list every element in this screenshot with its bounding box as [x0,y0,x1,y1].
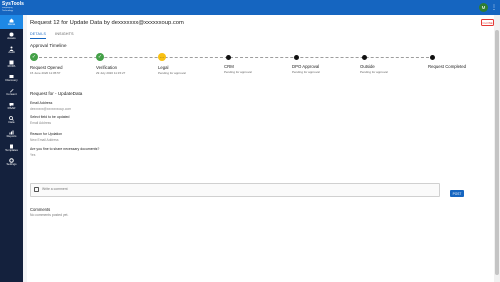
comment-input[interactable] [42,187,422,191]
comments-empty-text: No comments posted yet. [30,213,69,217]
page-header: Request 12 for Update Data by dexxxxxxx@… [27,15,500,30]
field-select-field: Select field to be updated Email Address [30,115,70,125]
sidebar-item-ropa[interactable]: ROPA [0,57,23,71]
field-label: Email Address [30,101,53,105]
field-label: Reason for Updation [30,132,63,136]
sidebar-item-label: Consent [6,91,17,96]
timeline-step-request-opened: ✓ Request Opened 15 June 2020 11:05:57 [30,53,90,75]
timeline-step-crm: CRM Pending for approval [224,53,284,74]
app-window: SysTools Simplifying Technology M ⋮ Home… [0,0,500,282]
timeline-step-detail: Pending for approval [158,71,186,75]
more-options-icon[interactable]: ⋮ [491,5,497,11]
field-label: Select field to be updated [30,115,70,119]
request-section-title: Request for - UpdateData [30,91,83,96]
edit-icon [34,187,39,192]
sidebar-item-consent[interactable]: Consent [0,85,23,99]
timeline-step-detail: Pending for approval [360,69,388,74]
sidebar-item-audit[interactable]: Audit [0,43,23,57]
close-button[interactable]: CLOSE [481,19,494,26]
timeline-step-label: DPO Approval [292,63,320,69]
timeline-step-label: Legal [158,65,169,70]
timeline-step-detail: 29 July 2020 11:15:27 [96,71,126,75]
comments-title: Comments [30,207,51,212]
timeline-step-detail: 15 June 2020 11:05:57 [30,71,61,75]
sidebar-item-label: DSAR [7,105,16,110]
sidebar-item-templates[interactable]: Templates [0,141,23,155]
sidebar-item-home[interactable]: Home [0,15,23,29]
timeline-step-outside: Outside Pending for approval [360,53,420,74]
field-share-documents: Are you fine to share necessary document… [30,147,99,157]
timeline-step-verification: ✓ Verification 29 July 2020 11:15:27 [96,53,156,75]
field-value: dexxxxxx@xxxxxxxoup.com [30,106,72,111]
field-value: Yes [30,152,36,157]
sidebar-item-settings[interactable]: Settings [0,155,23,169]
page-title: Request 12 for Update Data by dexxxxxxx@… [30,19,184,26]
check-icon: ✓ [96,53,104,61]
main-panel: Request 12 for Update Data by dexxxxxxx@… [27,15,500,282]
sidebar-item-label: ROPA [7,63,16,68]
timeline-step-detail: Pending for approval [292,69,320,74]
sidebar-item-label: Discovery [5,77,18,82]
comment-box [30,183,440,197]
sidebar-item-label: Assets [7,35,16,40]
pending-icon: ⋯ [158,53,166,61]
sidebar-item-reports[interactable]: Reports [0,127,23,141]
approval-timeline-title: Approval Timeline [30,43,67,48]
timeline-step-label: Request Opened [30,65,63,70]
scrollbar-thumb[interactable] [495,30,499,275]
timeline-step-label: Verification [96,65,118,70]
timeline-step-label: CRM [224,63,234,69]
check-icon: ✓ [30,53,38,61]
field-value: New Email Address [30,137,59,142]
field-reason: Reason for Updation New Email Address [30,132,62,142]
field-email-address: Email Address dexxxxxx@xxxxxxxoup.com [30,101,71,111]
sidebar-item-label: Templates [5,147,18,152]
sidebar-item-label: Settings [6,161,17,166]
sidebar-item-label: Reports [6,133,17,138]
pending-dot-icon [361,54,367,60]
sidebar-item-data[interactable]: Data [0,113,23,127]
field-value: Email Address [30,120,52,125]
timeline-step-legal: ⋯ Legal Pending for approval [158,53,218,75]
tab-details[interactable]: DETAILS [30,31,47,39]
sidebar: Home Assets Audit ROPA Discovery Consent… [0,15,23,282]
timeline-step-label: Outside [360,63,375,69]
field-label: Are you fine to share necessary document… [30,147,100,151]
timeline-step-dpo-approval: DPO Approval Pending for approval [292,53,352,74]
sidebar-item-label: Data [8,119,15,124]
pending-dot-icon [225,54,231,60]
timeline-step-detail: Pending for approval [224,69,252,74]
pending-dot-icon [293,54,299,60]
timeline-step-request-completed: Request Completed [428,53,488,69]
sidebar-item-assets[interactable]: Assets [0,29,23,43]
sidebar-item-dsar[interactable]: DSAR [0,99,23,113]
scrollbar[interactable] [494,15,500,282]
top-bar: SysTools Simplifying Technology M ⋮ [0,0,500,15]
top-right-controls: M ⋮ [479,3,497,12]
brand-logo[interactable]: SysTools Simplifying Technology [0,2,24,13]
tab-bar: DETAILS INSIGHTS [30,31,74,39]
tab-insights[interactable]: INSIGHTS [55,31,74,39]
pending-dot-icon [429,54,435,60]
approval-timeline: ✓ Request Opened 15 June 2020 11:05:57 ✓… [30,53,468,83]
timeline-step-label: Request Completed [428,63,466,69]
post-button[interactable]: POST [450,190,464,197]
sidebar-item-label: Home [7,21,16,26]
sidebar-item-label: Audit [8,49,15,54]
sidebar-item-discovery[interactable]: Discovery [0,71,23,85]
user-avatar[interactable]: M [479,3,488,12]
brand-tagline: Simplifying Technology [2,7,14,12]
